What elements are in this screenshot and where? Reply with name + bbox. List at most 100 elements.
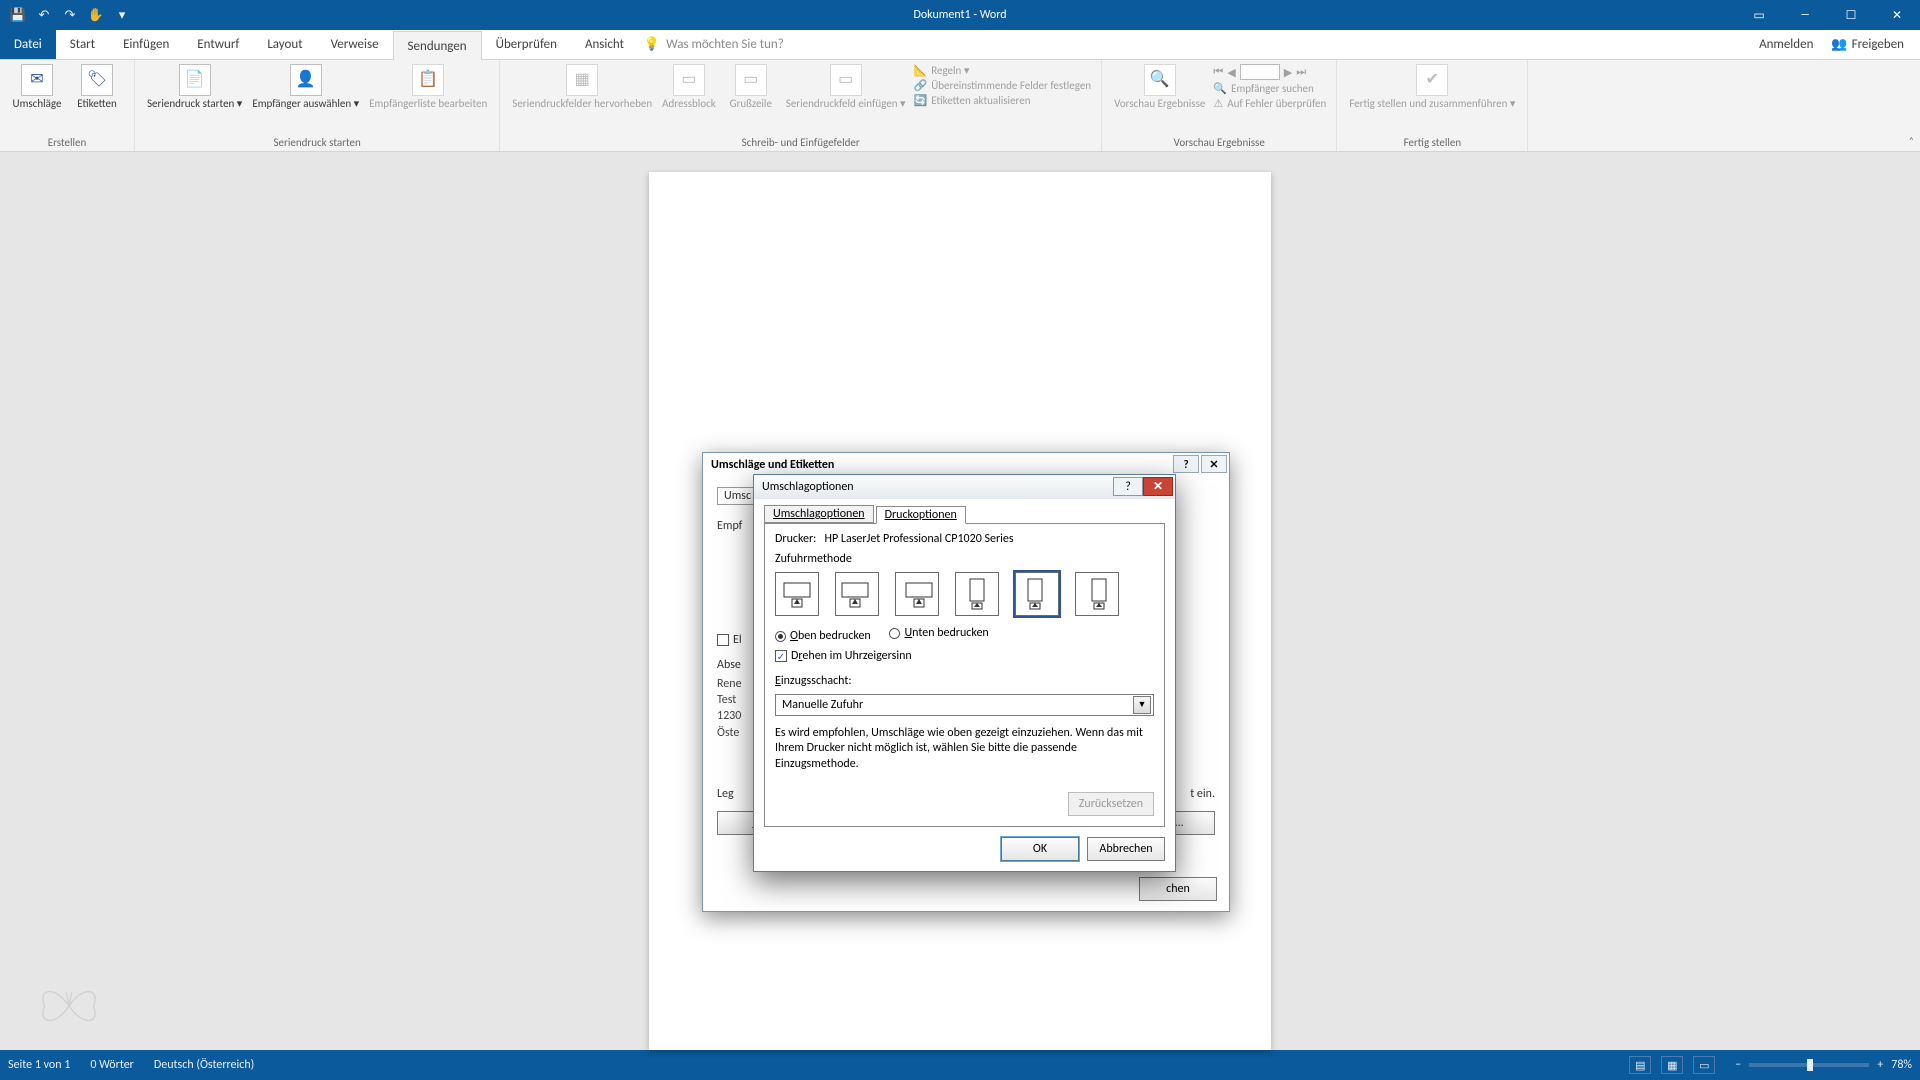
ok-button[interactable]: OK: [1001, 837, 1079, 861]
seriendruck-starten-button[interactable]: 📄 Seriendruck starten ▾: [143, 62, 246, 112]
status-words[interactable]: 0 Wörter: [90, 1058, 134, 1072]
tab-sendungen[interactable]: Sendungen: [393, 31, 482, 60]
feed-option-4[interactable]: [955, 572, 999, 616]
group-seriendruck-starten: 📄 Seriendruck starten ▾ 👤 Empfänger ausw…: [135, 60, 500, 151]
ribbon-display-icon[interactable]: ▭: [1736, 0, 1782, 30]
minimize-icon[interactable]: ―: [1782, 0, 1828, 30]
collapse-ribbon-icon[interactable]: ˄: [1909, 134, 1914, 147]
printer-name: HP LaserJet Professional CP1020 Series: [825, 532, 1014, 546]
zoom-in-icon[interactable]: +: [1877, 1058, 1883, 1072]
feed-option-1[interactable]: [775, 572, 819, 616]
hervorheben-label: Seriendruckfelder hervorheben: [512, 98, 652, 110]
etiketten-button[interactable]: 🏷 Etiketten: [68, 62, 126, 112]
zoom-out-icon[interactable]: −: [1735, 1058, 1741, 1072]
feed-option-3[interactable]: [895, 572, 939, 616]
tab-ansicht[interactable]: Ansicht: [571, 30, 638, 59]
rotate-label: Drehen im Uhrzeigersinn: [791, 649, 912, 663]
first-icon: ⏮: [1213, 65, 1223, 79]
maximize-icon[interactable]: ☐: [1828, 0, 1874, 30]
dialog2-help-icon[interactable]: ?: [1113, 477, 1143, 496]
feed-option-2[interactable]: [835, 572, 879, 616]
fertig-label: Fertig stellen und zusammenführen ▾: [1349, 98, 1515, 110]
tab-uberprufen[interactable]: Überprüfen: [482, 30, 571, 59]
highlight-icon: ▦: [566, 64, 598, 96]
close-icon[interactable]: ✕: [1874, 0, 1920, 30]
tray-label: Einzugsschacht:: [775, 674, 852, 688]
tab-layout[interactable]: Layout: [253, 30, 316, 59]
tell-me[interactable]: 💡Was möchten Sie tun?: [644, 30, 784, 59]
empfangerliste-label: Empfängerliste bearbeiten: [369, 98, 487, 110]
group-vorschau-label: Vorschau Ergebnisse: [1110, 134, 1328, 151]
group-erstellen-label: Erstellen: [8, 134, 126, 151]
dialog1-close-icon[interactable]: ✕: [1201, 455, 1227, 473]
feed-method-label: Zufuhrmethode: [775, 552, 1154, 566]
zoom-knob-icon: [1807, 1059, 1813, 1071]
labels-icon: 🏷: [81, 64, 113, 96]
adressblock-button: ▭Adressblock: [658, 62, 720, 112]
share-icon: 👥: [1831, 37, 1847, 52]
tab-verweise[interactable]: Verweise: [317, 30, 393, 59]
dialog1-help-icon[interactable]: ?: [1173, 455, 1199, 473]
web-layout-icon[interactable]: ▭: [1693, 1056, 1715, 1074]
qat-more-icon[interactable]: ▾: [114, 7, 130, 23]
record-nav: ⏮◀▶⏭: [1213, 64, 1326, 80]
envelope-icon: ✉: [21, 64, 53, 96]
cancel-button[interactable]: Abbrechen: [1087, 837, 1165, 861]
tab-start[interactable]: Start: [56, 30, 109, 59]
share-button[interactable]: 👥Freigeben: [1831, 37, 1904, 52]
tab-einfugen[interactable]: Einfügen: [109, 30, 183, 59]
dialog1-cancel-fragment[interactable]: chen: [1139, 877, 1217, 901]
edit-list-icon: 📋: [412, 64, 444, 96]
tab-druckoptionen[interactable]: Druckoptionen: [876, 506, 966, 524]
save-icon[interactable]: 💾: [10, 7, 26, 23]
face-up-radio[interactable]: Oben bedrucken: [775, 629, 871, 643]
next-icon: ▶: [1284, 66, 1292, 79]
match-label: Übereinstimmende Felder festlegen: [931, 79, 1091, 92]
grusszeile-button: ▭Grußzeile: [722, 62, 780, 112]
error-icon: ⚠: [1213, 97, 1223, 110]
dialog1-el-label: El: [733, 633, 742, 647]
status-page[interactable]: Seite 1 von 1: [8, 1058, 70, 1072]
regeln-label: Regeln ▾: [931, 64, 969, 77]
undo-icon[interactable]: ↶: [36, 7, 52, 23]
print-layout-icon[interactable]: ▦: [1661, 1056, 1683, 1074]
umschlage-button[interactable]: ✉ Umschläge: [8, 62, 66, 112]
face-down-radio[interactable]: Unten bedrucken: [889, 626, 988, 640]
tray-value: Manuelle Zufuhr: [782, 698, 863, 712]
tab-druckoptionen-label: Druckoptionen: [885, 508, 957, 522]
rules-icon: 📐: [914, 64, 928, 77]
zoom-level[interactable]: 78%: [1891, 1058, 1912, 1072]
feed-option-6[interactable]: [1075, 572, 1119, 616]
feed-option-5[interactable]: [1015, 572, 1059, 616]
find-icon: 🔍: [1213, 82, 1227, 95]
tray-combobox[interactable]: Manuelle Zufuhr ▼: [775, 694, 1154, 716]
printer-label: Drucker:: [775, 532, 816, 546]
tab-datei[interactable]: Datei: [0, 30, 56, 59]
feld-einfugen-button: ▭ Seriendruckfeld einfügen ▾: [782, 62, 910, 112]
sign-in-link[interactable]: Anmelden: [1759, 37, 1813, 52]
redo-icon[interactable]: ↷: [62, 7, 78, 23]
tab-entwurf[interactable]: Entwurf: [183, 30, 253, 59]
zoom-slider[interactable]: [1749, 1063, 1869, 1067]
tab-umschlagoptionen[interactable]: Umschlagoptionen: [764, 505, 874, 523]
touch-mode-icon[interactable]: ✋: [88, 7, 104, 23]
group-felder-label: Schreib- und Einfügefelder: [508, 134, 1093, 151]
dialog1-checkbox[interactable]: El: [717, 633, 742, 647]
update-labels-button: 🔄Etiketten aktualisieren: [914, 94, 1092, 107]
insertfield-icon: ▭: [830, 64, 862, 96]
dialog1-leg-label: Leg: [717, 787, 734, 801]
ribbon-tabs: Datei Start Einfügen Entwurf Layout Verw…: [0, 30, 1920, 60]
dialog1-tab-fragment: Umsc: [717, 487, 758, 505]
status-language[interactable]: Deutsch (Österreich): [154, 1058, 254, 1072]
dialog2-titlebar[interactable]: Umschlagoptionen ? ✕: [754, 475, 1175, 499]
window-controls: ▭ ― ☐ ✕: [1736, 0, 1920, 30]
adressblock-label: Adressblock: [662, 98, 716, 110]
empfanger-auswahlen-button[interactable]: 👤 Empfänger auswählen ▾: [248, 62, 363, 112]
feld-einfugen-label: Seriendruckfeld einfügen ▾: [786, 98, 906, 110]
fehler-button: ⚠Auf Fehler überprüfen: [1213, 97, 1326, 110]
read-mode-icon[interactable]: ▤: [1629, 1056, 1651, 1074]
seriendruck-label: Seriendruck starten ▾: [147, 98, 242, 110]
rotate-checkbox[interactable]: ✓Drehen im Uhrzeigersinn: [775, 649, 912, 663]
empfangerliste-button: 📋 Empfängerliste bearbeiten: [365, 62, 491, 112]
dialog2-close-icon[interactable]: ✕: [1143, 477, 1173, 496]
